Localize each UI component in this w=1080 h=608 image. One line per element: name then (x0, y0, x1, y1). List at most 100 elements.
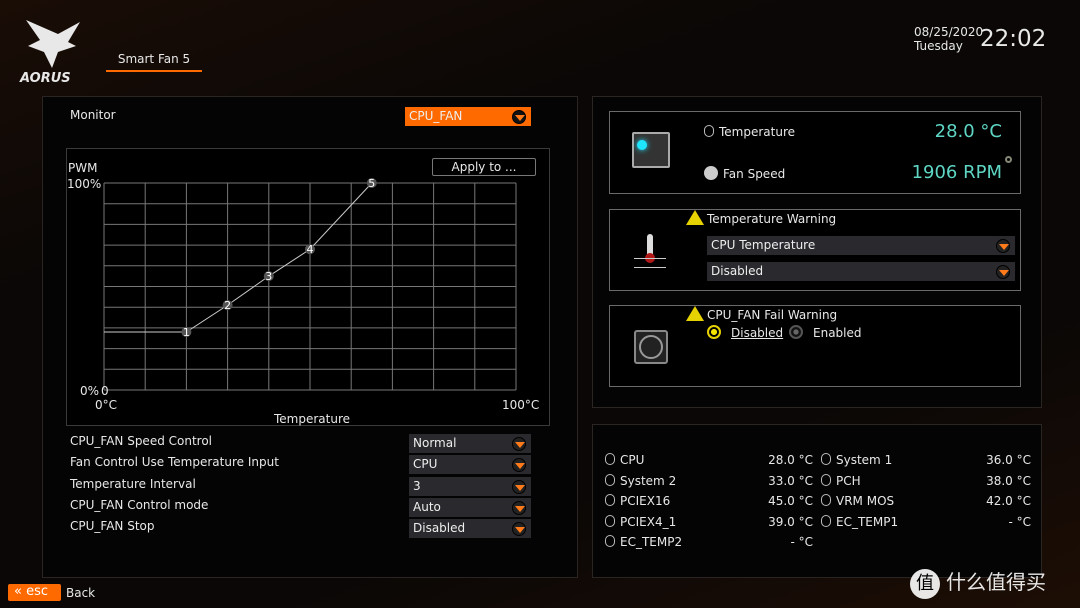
sensor-name: CPU (620, 453, 645, 467)
sensor-value: - °C (1008, 514, 1031, 529)
temperature-label: Temperature (704, 125, 795, 139)
fan-speed-label: Fan Speed (704, 166, 785, 181)
sensor-name: EC_TEMP1 (836, 514, 899, 529)
temperature-warning-title: Temperature Warning (686, 210, 836, 226)
x-axis-label: Temperature (274, 412, 351, 426)
warning-icon (686, 210, 704, 225)
temp-warning-value-select[interactable]: Disabled (707, 262, 1015, 281)
setting-select[interactable]: Disabled (409, 519, 531, 539)
thermometer-icon (605, 514, 615, 527)
sensor-name: System 1 (836, 453, 893, 467)
sensor-name: PCIEX16 (620, 494, 671, 508)
setting-value: Disabled (413, 521, 466, 536)
chevron-down-icon (512, 479, 526, 494)
thermometer-icon (821, 473, 831, 486)
x-tick-max: 100°C (502, 398, 540, 412)
sensor-name: PCIEX4_1 (620, 514, 677, 529)
curve-line (104, 182, 373, 333)
sensor-value: 33.0 °C (768, 473, 813, 488)
setting-label: Temperature Interval (70, 476, 196, 491)
thermometer-icon (605, 535, 615, 547)
sensor-row: EC_TEMP1 - °C (821, 514, 1031, 535)
x-tick-min: 0°C (95, 398, 118, 412)
setting-select[interactable]: CPU (409, 455, 531, 475)
setting-value: Auto (413, 499, 441, 514)
radio-disabled[interactable]: Disabled (707, 325, 783, 340)
gear-icon[interactable] (1005, 156, 1012, 163)
pc-case-icon (632, 132, 670, 168)
sensor-row: PCIEX4_1 39.0 °C (605, 514, 813, 535)
temperature-value: 28.0 °C (934, 121, 1002, 142)
y-axis-label: PWM (68, 161, 98, 175)
temp-warning-text: Temperature Warning (707, 212, 837, 226)
temp-source-value: CPU Temperature (711, 238, 816, 252)
esc-label: esc (26, 584, 49, 599)
origin-label: 0 (101, 384, 109, 398)
watermark: 值什么值得买 (910, 566, 1046, 599)
sensor-value: - °C (790, 535, 813, 549)
thermometer-icon (821, 494, 831, 506)
chevron-down-icon (512, 458, 526, 473)
y-tick-min: 0% (80, 384, 100, 398)
fan-label-text: Fan Speed (723, 167, 786, 181)
setting-select[interactable]: Auto (409, 497, 531, 517)
fan-fail-warning-title: CPU_FAN Fail Warning (686, 306, 837, 322)
curve-point-label[interactable]: 2 (224, 299, 231, 312)
thermometer-icon (605, 494, 615, 506)
radio-enabled-label: Enabled (813, 326, 862, 340)
sensor-name: System 2 (620, 473, 677, 488)
sensor-value: 42.0 °C (986, 494, 1031, 508)
sensor-value: 28.0 °C (768, 453, 813, 467)
chevron-down-icon (512, 522, 526, 537)
thermometer-water-icon (645, 234, 655, 263)
waves-icon (634, 258, 666, 268)
chevron-down-icon (996, 265, 1010, 279)
curve-point-label[interactable]: 4 (307, 243, 314, 256)
chevron-down-icon (996, 239, 1010, 253)
sensor-row: System 2 33.0 °C (605, 473, 813, 494)
setting-select[interactable]: Normal (409, 434, 531, 453)
sensor-name: EC_TEMP2 (620, 535, 683, 549)
thermometer-icon (605, 453, 615, 465)
setting-label: Fan Control Use Temperature Input (70, 455, 279, 470)
fail-warning-text: CPU_FAN Fail Warning (707, 308, 838, 322)
radio-enabled[interactable]: Enabled (789, 325, 862, 340)
y-tick-max: 100% (67, 177, 102, 191)
sensor-row: CPU 28.0 °C (605, 453, 813, 473)
setting-label: CPU_FAN Stop (70, 519, 155, 534)
curve-point-label[interactable]: 5 (368, 177, 375, 190)
curve-point-label[interactable]: 1 (183, 326, 190, 339)
curve-point-label[interactable]: 3 (265, 270, 272, 283)
setting-value: 3 (413, 478, 421, 493)
temp-label-text: Temperature (719, 125, 796, 139)
fan-speed-value: 1906 RPM (911, 162, 1002, 183)
sensor-value: 36.0 °C (986, 453, 1031, 467)
sensor-row: PCIEX16 45.0 °C (605, 494, 813, 514)
sensor-row: VRM MOS 42.0 °C (821, 494, 1031, 514)
thermometer-icon (821, 453, 831, 465)
sensor-name: PCH (836, 473, 861, 488)
sensor-row: EC_TEMP2 - °C (605, 535, 813, 555)
temp-warning-value: Disabled (711, 264, 764, 278)
chevron-down-icon (512, 500, 526, 515)
sensor-value: 39.0 °C (768, 514, 813, 529)
back-label[interactable]: Back (66, 586, 95, 600)
watermark-logo-icon: 值 (910, 569, 940, 599)
fan-icon (634, 330, 668, 364)
setting-label: CPU_FAN Speed Control (70, 434, 213, 448)
radio-selected-icon (707, 325, 721, 339)
setting-select[interactable]: 3 (409, 476, 531, 496)
sensor-value: 38.0 °C (986, 473, 1031, 488)
temp-warning-source-select[interactable]: CPU Temperature (707, 236, 1015, 255)
chevron-down-icon (512, 437, 526, 451)
sensor-row: System 1 36.0 °C (821, 453, 1031, 473)
sensor-name: VRM MOS (836, 494, 895, 508)
sensor-value: 45.0 °C (768, 494, 813, 508)
thermometer-icon (704, 125, 714, 137)
radio-unselected-icon (789, 325, 803, 339)
radio-disabled-label: Disabled (731, 326, 784, 340)
sensor-row: PCH 38.0 °C (821, 473, 1031, 494)
warning-icon (686, 306, 704, 321)
thermometer-icon (605, 473, 615, 486)
esc-button[interactable]: « esc (8, 584, 61, 601)
